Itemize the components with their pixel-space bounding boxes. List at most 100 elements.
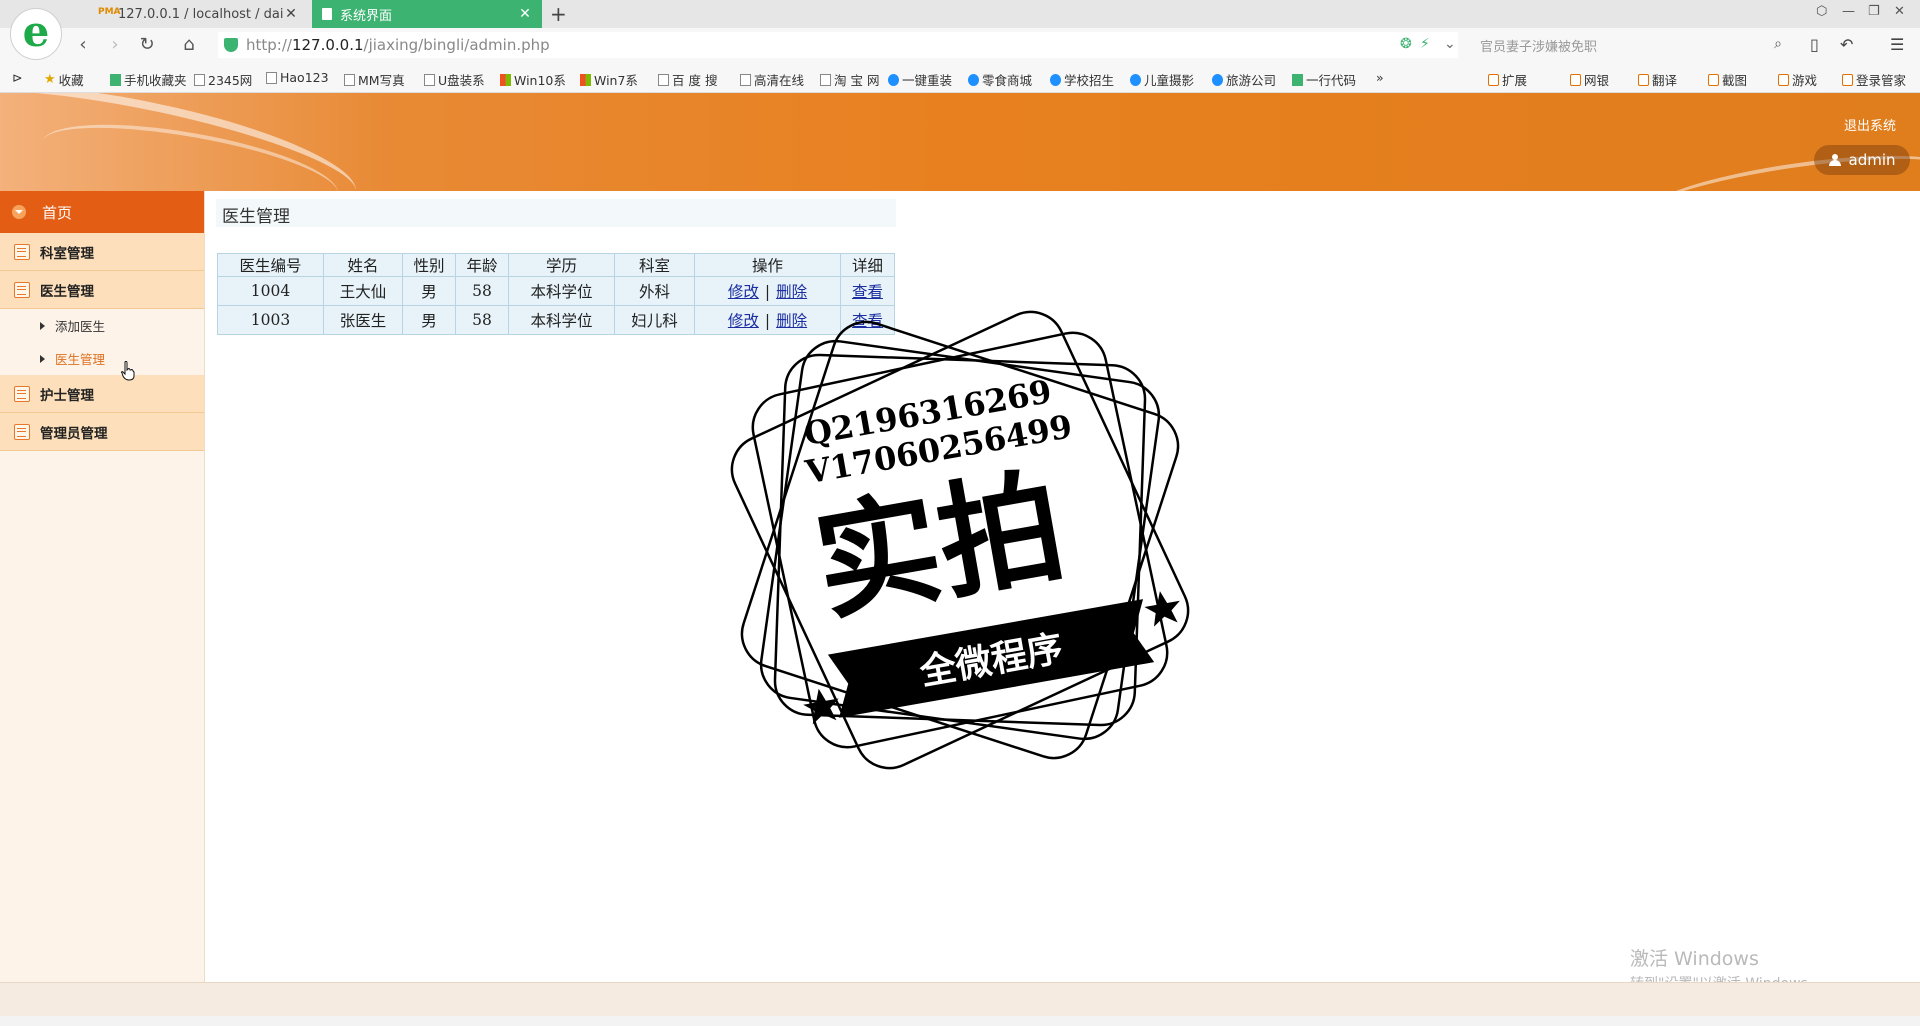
undo-icon[interactable]: ↶ xyxy=(1840,35,1853,54)
bookmark-hd[interactable]: 高清在线 xyxy=(740,70,804,89)
edit-link[interactable]: 修改 xyxy=(728,283,759,301)
bookmark-baidu[interactable]: 百 度 搜 xyxy=(658,70,717,89)
toolbar-login-manager[interactable]: 登录管家 xyxy=(1842,70,1906,89)
loading-icon[interactable]: ❂ xyxy=(1400,36,1412,52)
translate-icon xyxy=(1638,73,1649,86)
page-icon xyxy=(344,73,355,86)
sidebar-item-label: 医生管理 xyxy=(55,352,106,367)
site-icon xyxy=(1212,73,1223,86)
column-header: 年龄 xyxy=(455,253,509,277)
sidebar-subitem-add-doctor[interactable]: 添加医生 xyxy=(0,309,204,342)
new-tab-icon[interactable]: + xyxy=(550,2,567,26)
bookmark-2345[interactable]: 2345网 xyxy=(194,70,252,89)
logout-link[interactable]: 退出系统 xyxy=(1844,115,1896,134)
bookmark-favorites[interactable]: ★ 收藏 xyxy=(44,70,84,89)
bookmark-win7[interactable]: Win7系 xyxy=(580,70,638,89)
star-icon xyxy=(1144,591,1180,627)
site-icon xyxy=(1050,73,1061,86)
page-icon xyxy=(322,8,332,20)
column-header: 详细 xyxy=(840,253,895,277)
bookmark-photo[interactable]: 儿童摄影 xyxy=(1130,70,1194,89)
lightning-icon[interactable]: ⚡ xyxy=(1420,36,1430,52)
page-icon xyxy=(194,73,205,86)
toolbar-bank[interactable]: 网银 xyxy=(1570,70,1609,89)
more-bookmarks-icon[interactable]: » xyxy=(1376,70,1384,85)
toolbar-screenshot[interactable]: 截图 xyxy=(1708,70,1747,89)
user-badge[interactable]: admin xyxy=(1814,145,1910,175)
username: admin xyxy=(1848,151,1896,169)
table-header-row: 医生编号 姓名 性别 年龄 学历 科室 操作 详细 xyxy=(217,253,895,277)
window-close-icon[interactable]: ✕ xyxy=(1894,4,1905,19)
tab-title: 系统界面 xyxy=(340,8,393,24)
doctor-id: 1004 xyxy=(217,276,324,306)
toolbar-extensions[interactable]: 扩展 xyxy=(1488,70,1527,89)
site-icon xyxy=(888,73,899,86)
star-icon: ★ xyxy=(44,72,56,87)
browser-tab-strip: PMA 127.0.0.1 / localhost / daigou ✕ 系统界… xyxy=(0,0,1920,28)
refresh-icon[interactable]: ↻ xyxy=(136,34,158,55)
minimize-icon[interactable]: — xyxy=(1842,4,1855,19)
chevron-down-icon[interactable]: ⌄ xyxy=(1444,36,1456,52)
chevron-down-icon xyxy=(12,205,26,219)
sidebar-item-home[interactable]: 首页 xyxy=(0,191,204,233)
doctor-name: 张医生 xyxy=(323,305,403,335)
key-icon xyxy=(1842,73,1853,86)
bookmark-taobao[interactable]: 淘 宝 网 xyxy=(820,70,879,89)
sidebar-item-label: 护士管理 xyxy=(40,387,94,404)
sidebar-toggle-icon[interactable]: ⊳ xyxy=(12,70,22,85)
bookmark-snacks[interactable]: 零食商城 xyxy=(968,70,1032,89)
toolbar-translate[interactable]: 翻译 xyxy=(1638,70,1677,89)
sidebar-item-doctors[interactable]: 医生管理 xyxy=(0,271,204,309)
sidebar-item-admins[interactable]: 管理员管理 xyxy=(0,413,204,451)
url-text: http://127.0.0.1/jiaxing/bingli/admin.ph… xyxy=(246,36,550,54)
back-icon[interactable]: ‹ xyxy=(72,34,94,55)
browser-tab-phpmyadmin[interactable]: PMA 127.0.0.1 / localhost / daigou ✕ xyxy=(88,0,308,28)
column-header: 性别 xyxy=(402,253,456,277)
close-icon[interactable]: ✕ xyxy=(518,6,532,22)
list-icon xyxy=(14,385,30,402)
browser-logo[interactable]: e xyxy=(10,8,62,60)
sidebar-item-nurses[interactable]: 护士管理 xyxy=(0,375,204,413)
column-header: 医生编号 xyxy=(217,253,324,277)
column-header: 科室 xyxy=(614,253,695,277)
browser-tab-system[interactable]: 系统界面 ✕ xyxy=(312,0,542,28)
sidebar: 首页 科室管理 医生管理 添加医生 医生管理 护士管理 管理员管理 xyxy=(0,191,205,982)
url-field[interactable]: http://127.0.0.1/jiaxing/bingli/admin.ph… xyxy=(218,32,1458,58)
sidebar-subitem-doctor-management[interactable]: 医生管理 xyxy=(0,342,204,375)
page-icon xyxy=(658,73,669,86)
bookmark-udisk[interactable]: U盘装系 xyxy=(424,70,485,89)
list-icon xyxy=(14,423,30,440)
delete-link[interactable]: 删除 xyxy=(776,283,807,301)
bookmark-code[interactable]: 一行代码 xyxy=(1292,70,1356,89)
bookmark-icon[interactable]: ▯ xyxy=(1810,35,1819,54)
sidebar-item-departments[interactable]: 科室管理 xyxy=(0,233,204,271)
forward-icon[interactable]: › xyxy=(104,34,126,55)
home-icon[interactable]: ⌂ xyxy=(178,34,200,55)
toolbar-games[interactable]: 游戏 xyxy=(1778,70,1817,89)
bookmarks-bar: ⊳ ★ 收藏 手机收藏夹 2345网 Hao123 MM写真 U盘装系 Win10… xyxy=(0,62,1920,93)
column-header: 操作 xyxy=(694,253,841,277)
view-link[interactable]: 查看 xyxy=(852,283,883,301)
bookmark-reinstall[interactable]: 一键重装 xyxy=(888,70,952,89)
bookmark-hao123[interactable]: Hao123 xyxy=(266,70,329,85)
bookmark-travel[interactable]: 旅游公司 xyxy=(1212,70,1276,89)
skin-icon[interactable]: ⬡ xyxy=(1816,4,1827,19)
puzzle-icon xyxy=(1488,73,1499,86)
hand-cursor-icon xyxy=(121,361,135,381)
restore-icon[interactable]: ❐ xyxy=(1868,4,1880,19)
site-icon xyxy=(1292,73,1303,86)
doctor-department: 外科 xyxy=(614,276,695,306)
bookmark-win10[interactable]: Win10系 xyxy=(500,70,566,89)
doctor-gender: 男 xyxy=(402,276,456,306)
menu-icon[interactable]: ☰ xyxy=(1890,35,1904,54)
search-icon[interactable]: ⌕ xyxy=(1774,36,1782,52)
bookmark-school[interactable]: 学校招生 xyxy=(1050,70,1114,89)
doctor-age: 58 xyxy=(455,305,509,335)
bookmark-mobile[interactable]: 手机收藏夹 xyxy=(110,70,187,89)
close-icon[interactable]: ✕ xyxy=(284,6,298,22)
search-input[interactable]: 官员妻子涉嫌被免职 ⌕ xyxy=(1470,32,1790,58)
sidebar-item-label: 科室管理 xyxy=(40,245,94,262)
page-icon xyxy=(266,71,277,84)
browser-e-icon: e xyxy=(22,7,50,56)
bookmark-mm[interactable]: MM写真 xyxy=(344,70,405,89)
